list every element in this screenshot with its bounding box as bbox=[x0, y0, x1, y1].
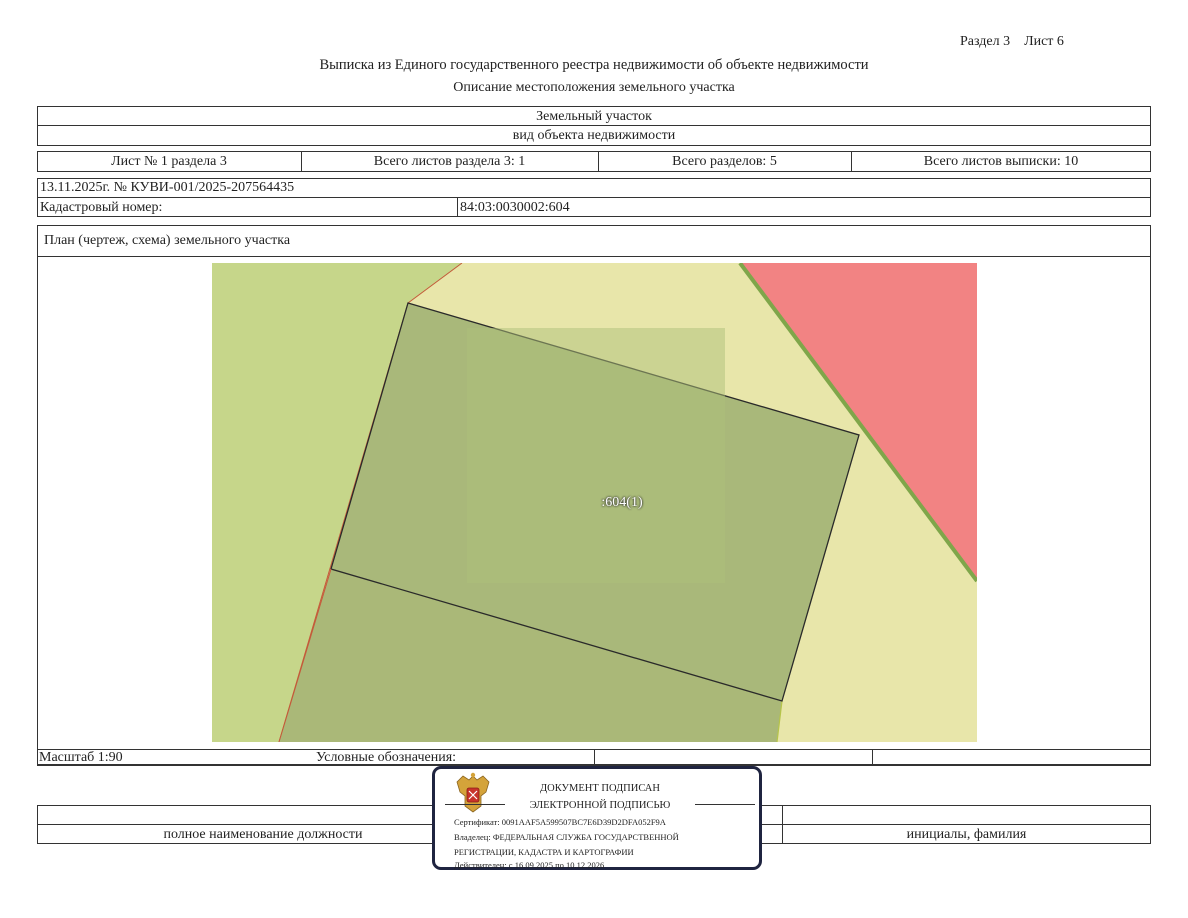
object-name: Земельный участок bbox=[536, 109, 652, 124]
cadastral-number-label: Кадастровый номер: bbox=[40, 200, 163, 215]
scale-label: Масштаб 1:90 bbox=[39, 750, 123, 765]
total-sheets-section: Всего листов раздела 3: 1 bbox=[373, 154, 526, 169]
plan-heading: План (чертеж, схема) земельного участка bbox=[44, 233, 291, 248]
double-headed-eagle-emblem bbox=[456, 772, 490, 813]
total-sheets-extract: Всего листов выписки: 10 bbox=[923, 154, 1079, 169]
electronic-signature-stamp: ДОКУМЕНТ ПОДПИСАН ЭЛЕКТРОННОЙ ПОДПИСЬЮ С… bbox=[432, 766, 762, 870]
position-label: полное наименование должности bbox=[163, 827, 363, 842]
stamp-line-2: ЭЛЕКТРОННОЙ ПОДПИСЬЮ bbox=[505, 800, 695, 812]
stamp-owner-line-1: Владелец: ФЕДЕРАЛЬНАЯ СЛУЖБА ГОСУДАРСТВЕ… bbox=[454, 832, 679, 842]
parcel-inner-highlight bbox=[467, 328, 725, 583]
document-subtitle: Описание местоположения земельного участ… bbox=[453, 80, 735, 95]
stamp-validity: Действителен: с 16.09.2025 по 10.12.2026 bbox=[454, 860, 605, 870]
total-sections: Всего разделов: 5 bbox=[672, 154, 777, 169]
record-date-number: 13.11.2025г. № КУВИ-001/2025-207564435 bbox=[40, 180, 295, 195]
document-title: Выписка из Единого государственного реес… bbox=[319, 57, 869, 73]
object-kind-label: вид объекта недвижимости bbox=[512, 128, 676, 143]
parcel-label: :604(1) bbox=[601, 495, 643, 510]
legend-label: Условные обозначения: bbox=[316, 750, 457, 765]
name-label: инициалы, фамилия bbox=[906, 827, 1027, 842]
stamp-line-1: ДОКУМЕНТ ПОДПИСАН bbox=[540, 783, 660, 794]
sheet-number: Лист № 1 раздела 3 bbox=[111, 154, 227, 169]
section-page-indicator: Раздел 3 Лист 6 bbox=[960, 34, 1064, 49]
stamp-owner-line-2: РЕГИСТРАЦИИ, КАДАСТРА И КАРТОГРАФИИ bbox=[454, 847, 634, 857]
stamp-certificate: Сертификат: 0091AAF5A599507BC7E6D39D2DFA… bbox=[454, 817, 666, 827]
cadastral-number-value: 84:03:0030002:604 bbox=[460, 200, 570, 215]
